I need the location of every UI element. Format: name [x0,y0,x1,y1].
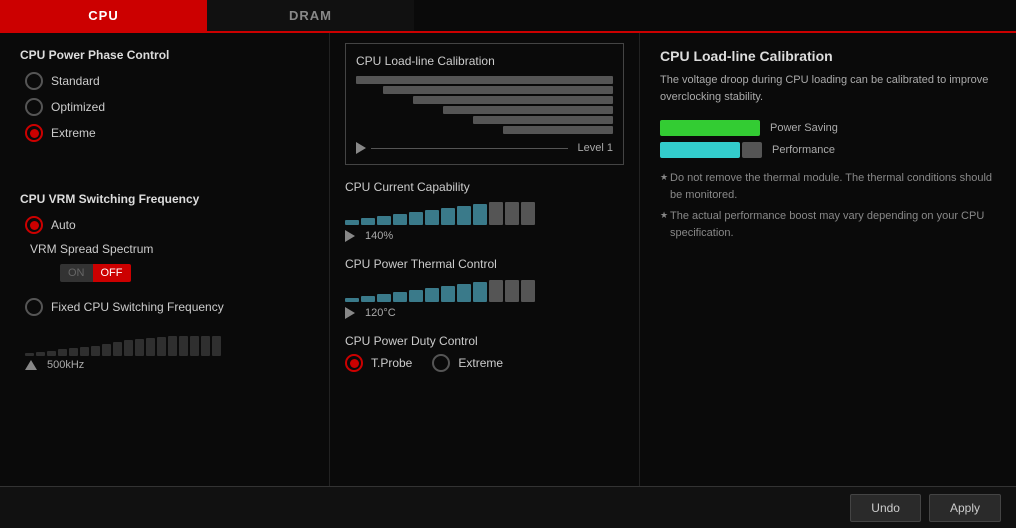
vrm-auto-radio[interactable] [25,216,43,234]
calib-slider-line[interactable] [371,148,568,149]
calib-row-2 [356,86,613,94]
freq-bar-4 [58,349,67,356]
freq-slider-bars [25,336,309,356]
freq-bar-11 [135,339,144,356]
toggle-on-button[interactable]: ON [60,264,93,282]
duty-tprobe-radio[interactable] [345,354,363,372]
freq-bar-3 [47,351,56,356]
freq-bar-16 [190,336,199,356]
toggle-off-button[interactable]: OFF [93,264,131,282]
legend-green-bar [660,120,760,136]
thermal-title: CPU Power Thermal Control [345,257,624,271]
calib-row-4 [356,106,613,114]
vrm-spread-toggle: ON OFF [60,264,309,282]
freq-bar-2 [36,352,45,356]
tab-dram[interactable]: DRAM [207,0,414,31]
phase-control-title: CPU Power Phase Control [20,48,309,62]
apply-button[interactable]: Apply [929,494,1001,522]
vrm-fixed[interactable]: Fixed CPU Switching Frequency [25,298,309,316]
phase-extreme-radio[interactable] [25,124,43,142]
duty-radio-row: T.Probe Extreme [345,354,624,372]
duty-tprobe[interactable]: T.Probe [345,354,412,372]
calib-row-3 [356,96,613,104]
note-2: The actual performance boost may vary de… [660,208,996,241]
duty-section: CPU Power Duty Control T.Probe Extreme [345,334,624,372]
calib-slider-row: Level 1 [356,142,613,154]
right-description: The voltage droop during CPU loading can… [660,72,996,105]
calib-level: Level 1 [578,142,613,154]
duty-title: CPU Power Duty Control [345,334,624,348]
right-panel: CPU Load-line Calibration The voltage dr… [640,33,1016,486]
freq-slider-thumb[interactable] [25,360,37,370]
vrm-radio-group: Auto VRM Spread Spectrum ON OFF Fixed CP… [25,216,309,316]
thermal-thumb[interactable] [345,307,355,319]
freq-bar-18 [212,336,221,356]
phase-optimized[interactable]: Optimized [25,98,309,116]
bottom-bar: Undo Apply [0,486,1016,528]
vrm-fixed-radio[interactable] [25,298,43,316]
freq-bar-5 [69,348,78,356]
thermal-bars [345,277,624,302]
freq-bar-15 [179,336,188,356]
tab-cpu[interactable]: CPU [0,0,207,31]
vrm-spread-label: VRM Spread Spectrum [30,242,309,256]
main-content: CPU Power Phase Control Standard Optimiz… [0,33,1016,486]
calib-row-1 [356,76,613,84]
freq-bar-8 [102,344,111,356]
phase-extreme[interactable]: Extreme [25,124,309,142]
legend-power-saving-label: Power Saving [770,122,838,134]
current-title: CPU Current Capability [345,180,624,194]
freq-bar-12 [146,338,155,356]
current-bars [345,200,624,225]
note-1: Do not remove the thermal module. The th… [660,170,996,203]
vrm-auto[interactable]: Auto [25,216,309,234]
calib-bars [356,76,613,134]
freq-slider-container: 500kHz [25,336,309,371]
notes-section: Do not remove the thermal module. The th… [660,170,996,241]
legend-performance: Performance [660,142,996,158]
left-panel: CPU Power Phase Control Standard Optimiz… [0,33,330,486]
phase-optimized-radio[interactable] [25,98,43,116]
current-value: 140% [365,230,393,242]
vrm-title: CPU VRM Switching Frequency [20,192,309,206]
legend-cyan-bar [660,142,762,158]
current-section: CPU Current Capability 140% [345,180,624,242]
legend-power-saving: Power Saving [660,120,996,136]
thermal-section: CPU Power Thermal Control 120°C [345,257,624,319]
tab-bar: CPU DRAM [0,0,1016,33]
calibration-title: CPU Load-line Calibration [356,54,613,68]
current-thumb[interactable] [345,230,355,242]
duty-extreme-radio[interactable] [432,354,450,372]
middle-panel: CPU Load-line Calibration [330,33,640,486]
calib-thumb[interactable] [356,142,366,154]
thermal-value: 120°C [365,307,396,319]
phase-standard-radio[interactable] [25,72,43,90]
freq-value: 500kHz [47,359,84,371]
duty-extreme[interactable]: Extreme [432,354,503,372]
phase-standard[interactable]: Standard [25,72,309,90]
legend-performance-label: Performance [772,144,835,156]
freq-bar-17 [201,336,210,356]
undo-button[interactable]: Undo [850,494,921,522]
calib-row-6 [356,126,613,134]
freq-bar-14 [168,336,177,356]
freq-bar-1 [25,353,34,356]
calibration-box: CPU Load-line Calibration [345,43,624,165]
freq-bar-13 [157,337,166,356]
right-title: CPU Load-line Calibration [660,48,996,64]
phase-radio-group: Standard Optimized Extreme [25,72,309,142]
freq-bar-6 [80,347,89,356]
freq-bar-10 [124,340,133,356]
freq-bar-9 [113,342,122,356]
freq-bar-7 [91,346,100,356]
calib-row-5 [356,116,613,124]
